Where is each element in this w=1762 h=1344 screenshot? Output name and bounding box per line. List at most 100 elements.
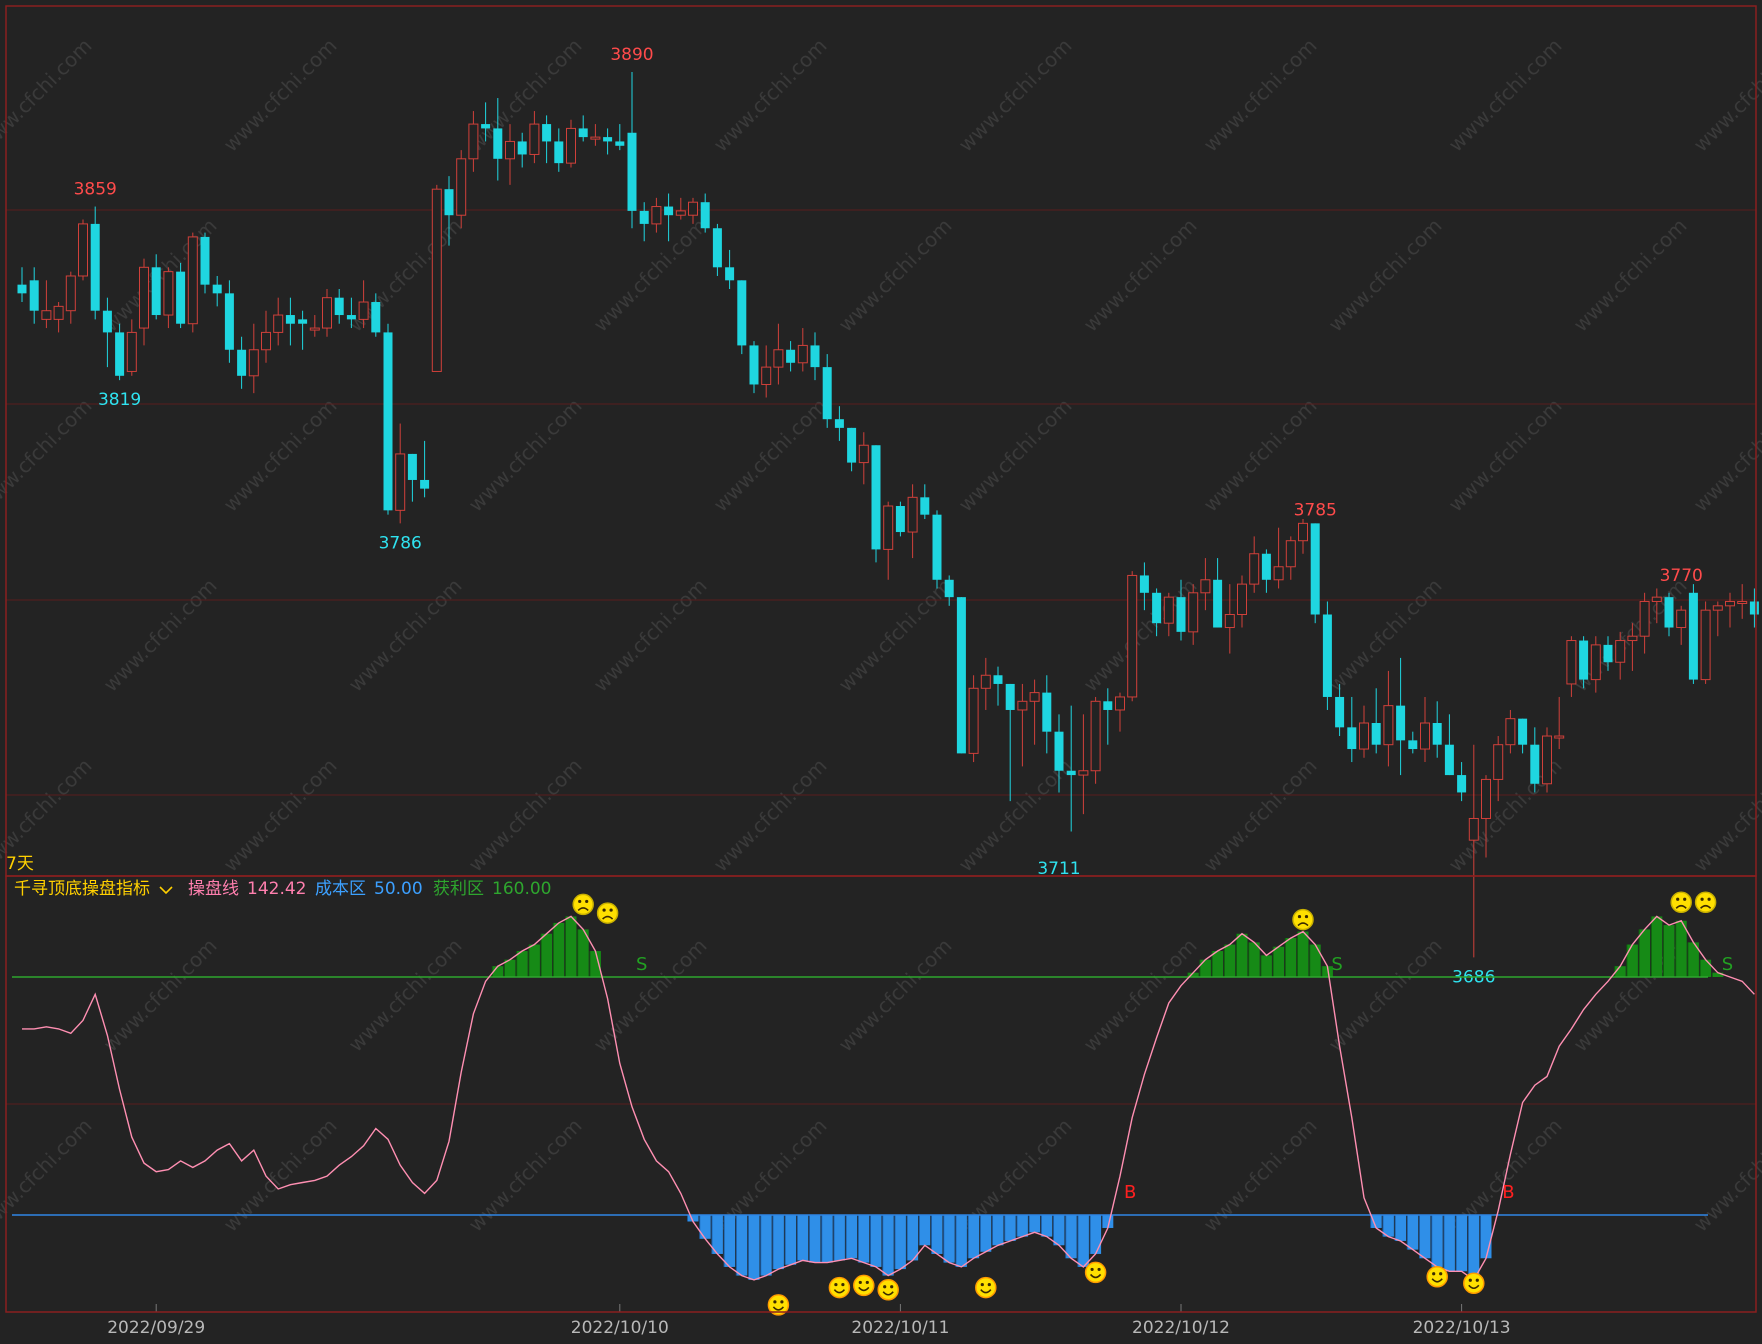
candle-body-up — [968, 687, 979, 754]
face-eye — [865, 1280, 869, 1285]
cost-zone-bar — [931, 1215, 943, 1254]
cost-zone-bar — [748, 1215, 760, 1280]
face-eye — [1683, 897, 1687, 901]
profit-zone-bar — [516, 951, 528, 977]
candle-body-down — [237, 349, 247, 376]
candle-body-down — [1347, 727, 1357, 750]
candle-body-down — [542, 124, 552, 142]
candle-body-down — [1054, 731, 1064, 771]
face-eye — [1676, 897, 1680, 901]
candle-body-down — [420, 479, 430, 489]
candle-body-down — [822, 367, 832, 420]
candle-body-up — [395, 453, 406, 511]
cost-zone-bar — [907, 1215, 919, 1261]
candle-body-down — [627, 132, 637, 211]
candle-body-down — [932, 514, 942, 580]
face-circle — [596, 902, 619, 924]
candle-body-up — [248, 349, 259, 377]
cost-zone-bar — [785, 1215, 797, 1265]
candle-body-up — [1505, 718, 1516, 746]
sad-face-icon — [1670, 891, 1692, 914]
candle-body-up — [1017, 700, 1028, 711]
candle-body-up — [1615, 640, 1626, 663]
profit-zone-bar — [1675, 920, 1687, 977]
candle-body-down — [1749, 601, 1759, 615]
face-circle — [1292, 908, 1314, 931]
candle-body-up — [773, 349, 784, 368]
candle-body-down — [639, 210, 649, 224]
face-eye — [585, 899, 589, 904]
price-label-high: 3859 — [74, 180, 117, 200]
candle-body-down — [298, 319, 308, 324]
candle-body-up — [1542, 735, 1552, 785]
profit-zone-label: 获利区 — [433, 879, 484, 899]
candle-body-up — [675, 210, 686, 216]
date-label: 2022/10/10 — [571, 1318, 669, 1338]
cost-zone-bar — [980, 1215, 992, 1252]
candle-body-down — [810, 345, 820, 368]
cost-zone-bar — [870, 1215, 882, 1267]
date-label: 2022/10/12 — [1132, 1318, 1230, 1338]
candle-body-up — [1651, 596, 1662, 602]
period-label[interactable]: 7天 — [6, 854, 34, 874]
face-eye — [1297, 914, 1302, 919]
cost-zone-bar — [1041, 1215, 1053, 1237]
candle-body-down — [1664, 597, 1674, 628]
face-circle — [853, 1274, 875, 1297]
candle-body-down — [615, 141, 625, 146]
candle-body-down — [1152, 592, 1162, 624]
candle-body-down — [1322, 614, 1332, 697]
candle-body-down — [1579, 640, 1589, 680]
buy-signal: B — [1502, 1182, 1514, 1203]
face-circle — [1463, 1272, 1485, 1295]
face-eye — [883, 1285, 887, 1289]
face-eye — [609, 908, 613, 912]
candle-body-up — [1200, 579, 1211, 594]
cost-zone-bar — [833, 1215, 845, 1261]
cost-zone-bar — [1090, 1215, 1102, 1254]
cost-zone-bar — [760, 1215, 772, 1276]
sad-face-icon — [1292, 908, 1314, 931]
happy-face-icon — [1426, 1266, 1448, 1288]
candle-body-down — [1603, 644, 1613, 663]
face-eye — [1304, 914, 1309, 919]
profit-zone-bar — [528, 944, 540, 977]
face-eye — [602, 908, 606, 912]
candle-body-down — [700, 202, 710, 229]
candle-body-down — [17, 284, 27, 294]
candle-body-up — [53, 305, 64, 320]
candle-body-down — [407, 453, 417, 480]
candle-body-down — [285, 315, 295, 324]
candle-body-down — [334, 297, 344, 316]
profit-zone-bar — [565, 916, 577, 977]
sell-signal: S — [1331, 954, 1342, 975]
candle-body-up — [1700, 609, 1711, 681]
face-eye — [1707, 897, 1711, 901]
face-circle — [1084, 1261, 1107, 1284]
candle-body-up — [980, 674, 991, 689]
price-label-high: 3890 — [610, 45, 653, 65]
candle-body-down — [1103, 701, 1113, 710]
candle-body-down — [712, 228, 722, 268]
candle-body-down — [1688, 592, 1698, 680]
candle-body-down — [749, 345, 759, 385]
face-eye — [890, 1285, 894, 1289]
candle-body-down — [664, 206, 674, 216]
profit-zone-bar — [1236, 933, 1248, 977]
candle-body-down — [993, 675, 1003, 684]
candle-body-up — [1627, 635, 1638, 642]
candle-body-up — [505, 140, 515, 160]
candle-body-up — [529, 123, 540, 155]
indicator-name[interactable]: 千寻顶底操盘指标 — [14, 879, 150, 899]
candle-body-down — [29, 280, 39, 311]
face-circle — [572, 893, 594, 916]
cost-zone-value: 50.00 — [374, 879, 423, 899]
chart-canvas[interactable]: www.cfchi.com www.cfchi.com www.cfchi.com w… — [0, 0, 1762, 1340]
candle-body-up — [1029, 692, 1040, 702]
candle-body-up — [1639, 600, 1650, 637]
candle-body-down — [1042, 692, 1052, 732]
cost-zone-bar — [1419, 1215, 1431, 1259]
candle-body-up — [1566, 640, 1577, 685]
cost-zone-bar — [894, 1215, 906, 1270]
candle-body-up — [261, 331, 271, 351]
